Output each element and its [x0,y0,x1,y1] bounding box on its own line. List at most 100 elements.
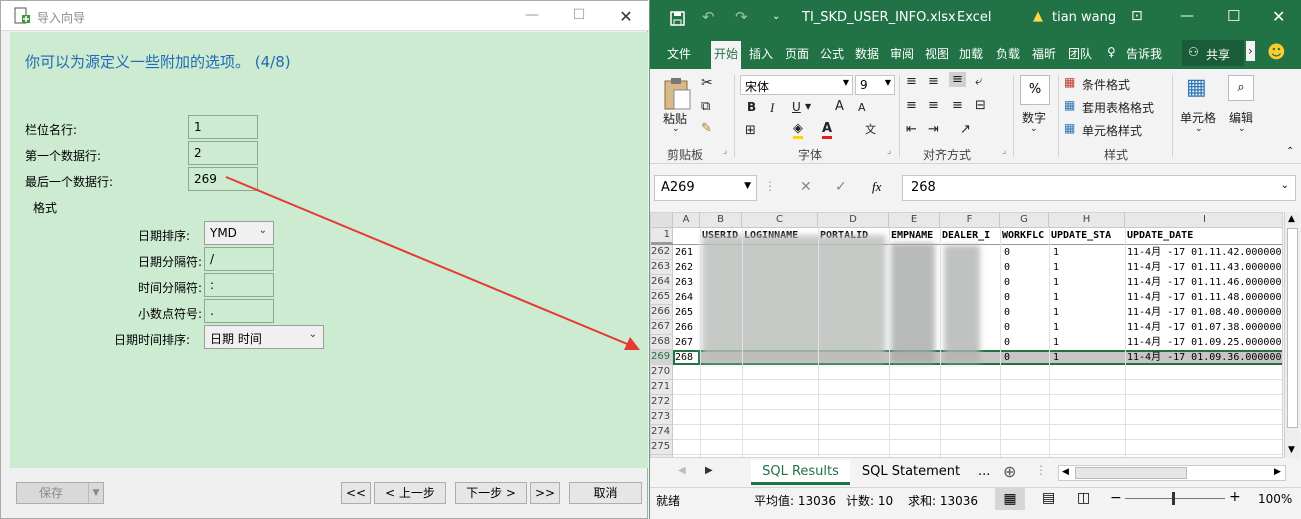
align-bottom-icon[interactable]: ≡ [949,72,966,87]
row-header[interactable]: 262 [651,245,673,260]
table-cell[interactable]: 0 [1004,350,1010,365]
ribbon-display-icon[interactable]: ⊡ [1131,8,1143,24]
maximize-icon[interactable]: ☐ [1227,7,1240,25]
row-header[interactable]: 272 [651,395,673,410]
tab-load[interactable]: 负载 [996,45,1020,62]
table-cell[interactable]: 11-4月 -17 01.09.36.000000 [1127,350,1282,365]
scroll-left-icon[interactable]: ◀ [1062,467,1069,477]
row-header[interactable]: 265 [651,290,673,305]
date-separator-input[interactable]: / [204,247,274,271]
conditional-format-button[interactable]: 条件格式 [1082,76,1130,93]
vertical-scrollbar[interactable]: ▲ ▼ [1284,212,1300,458]
table-cell[interactable]: 11-4月 -17 01.11.42.000000 [1127,245,1282,260]
merge-cells-icon[interactable]: ⊟ [975,98,986,113]
magnifier-icon[interactable]: ⌕ [1228,75,1254,101]
table-cell[interactable]: 11-4月 -17 01.11.48.000000 [1127,290,1282,305]
table-cell[interactable]: 261 [675,245,693,260]
table-cell[interactable]: 0 [1004,320,1010,335]
first-data-row-input[interactable]: 2 [188,141,258,165]
row-header[interactable]: 275 [651,440,673,455]
close-icon[interactable]: ✕ [1272,7,1285,26]
header-cell[interactable]: WORKFLC [1002,228,1049,243]
cancel-button[interactable]: 取消 [569,482,642,504]
format-painter-icon[interactable]: ✎ [701,121,712,136]
first-step-button[interactable]: << [341,482,371,504]
add-sheet-icon[interactable]: ⊕ [1003,462,1016,481]
column-header-d[interactable]: D [818,213,889,228]
dialog-launcher-icon[interactable]: ⌟ [723,146,727,156]
underline-button[interactable]: U [792,100,801,114]
previous-button[interactable]: < 上一步 [374,482,446,504]
table-cell[interactable]: 0 [1004,275,1010,290]
save-button[interactable]: 保存 ▼ [16,482,104,504]
worksheet-grid[interactable]: A B C D E F G H I 1 USERID LOGINNAME POR… [650,212,1283,458]
table-cell[interactable]: 0 [1004,290,1010,305]
table-cell[interactable]: 1 [1053,320,1059,335]
row-header[interactable]: 268 [651,335,673,350]
align-top-icon[interactable]: ≡ [906,74,917,89]
tell-me-search[interactable]: 告诉我 [1126,45,1162,62]
column-header-a[interactable]: A [673,213,700,228]
fill-color-icon[interactable]: ◈ [793,121,803,139]
align-left-icon[interactable]: ≡ [906,98,917,113]
row-header[interactable]: 266 [651,305,673,320]
chevron-down-icon[interactable]: ⌄ [1030,124,1038,134]
tab-formulas[interactable]: 公式 [820,45,844,62]
column-header-f[interactable]: F [940,213,1000,228]
save-icon[interactable] [670,11,685,26]
table-cell[interactable]: 1 [1053,305,1059,320]
undo-icon[interactable]: ↶ [702,8,715,26]
table-cell[interactable]: 0 [1004,260,1010,275]
phonetic-icon[interactable]: 文 [865,121,876,137]
font-size-select[interactable]: 9 ▼ [855,75,895,95]
align-center-icon[interactable]: ≡ [928,98,939,113]
chevron-down-icon[interactable]: ▼ [88,483,103,503]
orientation-icon[interactable]: ↗ [960,122,971,137]
scrollbar-thumb[interactable] [1287,228,1298,428]
table-cell[interactable]: 11-4月 -17 01.11.43.000000 [1127,260,1282,275]
copy-icon[interactable]: ⧉ [701,99,710,114]
scroll-down-icon[interactable]: ▼ [1288,445,1295,455]
normal-view-icon[interactable]: ▦ [995,488,1025,510]
minimize-icon[interactable]: — [1180,8,1194,24]
header-cell[interactable]: DEALER_I [942,228,1000,243]
row-header[interactable]: 1 [651,228,673,244]
last-step-button[interactable]: >> [530,482,560,504]
italic-button[interactable]: I [770,100,774,116]
time-separator-input[interactable]: : [204,273,274,297]
row-header[interactable]: 273 [651,410,673,425]
redo-icon[interactable]: ↷ [735,8,748,26]
row-header[interactable]: 274 [651,425,673,440]
table-cell[interactable]: 11-4月 -17 01.08.40.000000 [1127,305,1282,320]
page-break-icon[interactable]: ◫ [1077,490,1090,506]
zoom-in-icon[interactable]: + [1229,489,1241,505]
column-header-c[interactable]: C [742,213,818,228]
table-cell[interactable]: 265 [675,305,693,320]
sheet-tab-sql-statement[interactable]: SQL Statement [853,460,969,485]
chevron-right-icon[interactable]: › [1246,41,1255,61]
collapse-ribbon-icon[interactable]: ⌃ [1286,146,1294,157]
align-right-icon[interactable]: ≡ [952,98,963,113]
zoom-slider[interactable] [1125,498,1225,499]
zoom-level[interactable]: 100% [1258,492,1292,506]
tab-review[interactable]: 审阅 [890,45,914,62]
row-header[interactable]: 271 [651,380,673,395]
datetime-order-select[interactable]: 日期 时间 ⌄ [204,325,324,349]
column-header-b[interactable]: B [700,213,742,228]
insert-function-icon[interactable]: fx [872,179,881,195]
increase-font-icon[interactable]: A [835,99,844,114]
tab-home[interactable]: 开始 [711,41,742,69]
header-cell[interactable]: UPDATE_STA [1051,228,1125,243]
table-cell[interactable]: 11-4月 -17 01.09.25.000000 [1127,335,1282,350]
tab-page-layout[interactable]: 页面 [785,45,809,62]
row-header[interactable]: 269 [651,350,673,365]
dialog-launcher-icon[interactable]: ⌟ [887,146,891,156]
smiley-icon[interactable]: ☻ [1267,42,1286,63]
page-layout-icon[interactable]: ▤ [1042,490,1055,506]
decrease-font-icon[interactable]: A [858,101,866,114]
row-header[interactable]: 270 [651,365,673,380]
next-button[interactable]: 下一步 > [455,482,527,504]
border-icon[interactable]: ⊞ [745,123,756,138]
table-cell[interactable]: 1 [1053,350,1059,365]
font-color-icon[interactable]: A [822,121,833,139]
